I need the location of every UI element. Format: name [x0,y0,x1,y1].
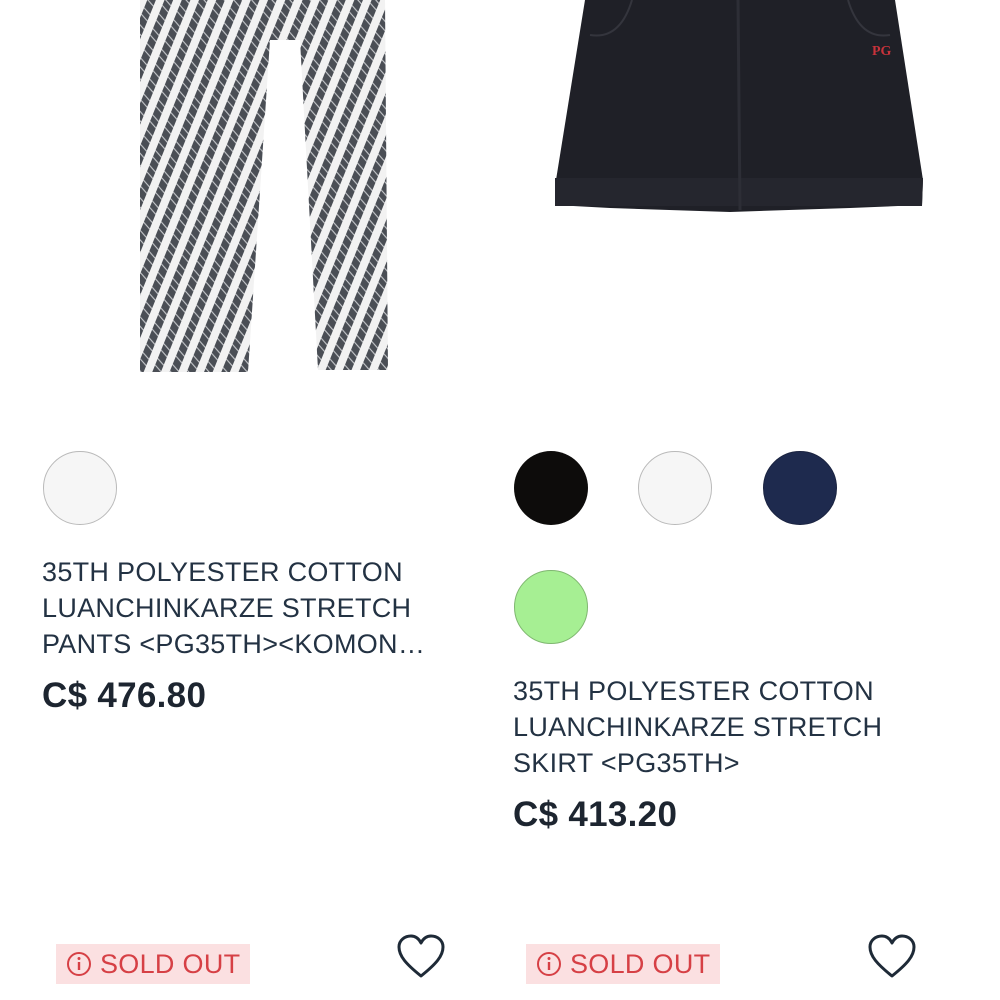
swatch-navy[interactable] [763,451,837,525]
sold-out-label: SOLD OUT [100,948,241,979]
info-icon [537,952,561,976]
product-title-line: PANTS <PG35TH><KOMON… [42,629,426,659]
product-title-line: LUANCHINKARZE STRETCH [513,712,883,742]
swatch-white[interactable] [638,451,712,525]
sold-out-badge: SOLD OUT [526,944,721,984]
heart-outline-icon[interactable] [867,934,917,980]
product-price: C$ 476.80 [42,676,207,715]
info-icon [67,952,91,976]
svg-text:PG: PG [872,44,892,59]
swatch-white[interactable] [43,451,117,525]
sold-out-badge: SOLD OUT [56,944,251,984]
product-title[interactable]: 35TH POLYESTER COTTON LUANCHINKARZE STRE… [513,673,882,781]
product-title-line: 35TH POLYESTER COTTON [42,557,403,587]
product-card-skirt[interactable]: PG 35TH POLYESTER COTTON LUANCHINKARZE S… [470,0,1000,1000]
swatch-green[interactable] [514,570,588,644]
product-image-pants[interactable] [130,0,400,380]
product-card-pants[interactable]: 35TH POLYESTER COTTON LUANCHINKARZE STRE… [0,0,470,1000]
product-title-line: LUANCHINKARZE STRETCH [42,593,412,623]
heart-outline-icon[interactable] [396,934,446,980]
product-price: C$ 413.20 [513,795,678,834]
product-title-line: SKIRT <PG35TH> [513,748,740,778]
product-title-line: 35TH POLYESTER COTTON [513,676,874,706]
product-image-skirt[interactable]: PG [550,0,930,220]
product-grid: 35TH POLYESTER COTTON LUANCHINKARZE STRE… [0,0,1000,1000]
swatch-black[interactable] [514,451,588,525]
product-title[interactable]: 35TH POLYESTER COTTON LUANCHINKARZE STRE… [42,554,425,662]
sold-out-label: SOLD OUT [570,948,711,979]
